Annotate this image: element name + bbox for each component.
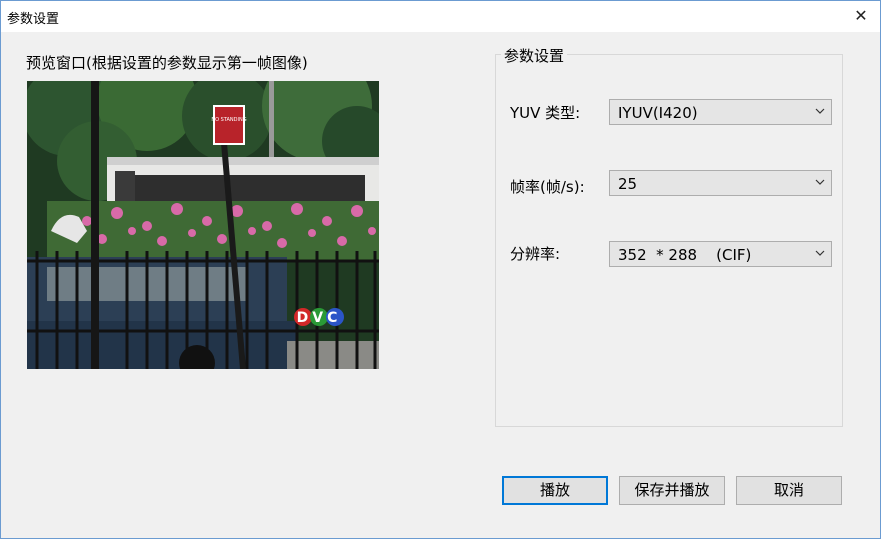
chevron-down-icon bbox=[815, 250, 825, 256]
sign-text: NO STANDING bbox=[211, 117, 246, 123]
dialog-window: 参数设置 ✕ 预览窗口(根据设置的参数显示第一帧图像) NO STANDING … bbox=[0, 0, 881, 539]
preview-label: 预览窗口(根据设置的参数显示第一帧图像) bbox=[26, 54, 308, 72]
preview-frame-image: NO STANDING DVC bbox=[27, 81, 379, 369]
yuv-type-label: YUV 类型: bbox=[510, 104, 581, 122]
chevron-down-icon bbox=[815, 108, 825, 114]
resolution-value: 352 * 288 (CIF) bbox=[618, 246, 752, 264]
params-group-title: 参数设置 bbox=[501, 45, 568, 66]
cancel-button[interactable]: 取消 bbox=[736, 476, 842, 505]
play-button[interactable]: 播放 bbox=[502, 476, 608, 505]
title-bar: 参数设置 ✕ bbox=[1, 1, 880, 32]
frame-rate-select[interactable]: 25 bbox=[609, 170, 832, 196]
close-icon[interactable]: ✕ bbox=[848, 4, 874, 28]
resolution-label: 分辨率: bbox=[510, 245, 561, 263]
resolution-select[interactable]: 352 * 288 (CIF) bbox=[609, 241, 832, 267]
window-title: 参数设置 bbox=[7, 12, 60, 27]
preview-image: NO STANDING DVC bbox=[27, 81, 379, 369]
chevron-down-icon bbox=[815, 179, 825, 185]
yuv-type-select[interactable]: IYUV(I420) bbox=[609, 99, 832, 125]
frame-rate-value: 25 bbox=[618, 175, 638, 193]
dvc-logo-text: DVC bbox=[297, 310, 342, 326]
yuv-type-value: IYUV(I420) bbox=[618, 104, 698, 122]
frame-rate-label: 帧率(帧/s): bbox=[510, 178, 585, 196]
save-and-play-button[interactable]: 保存并播放 bbox=[619, 476, 725, 505]
